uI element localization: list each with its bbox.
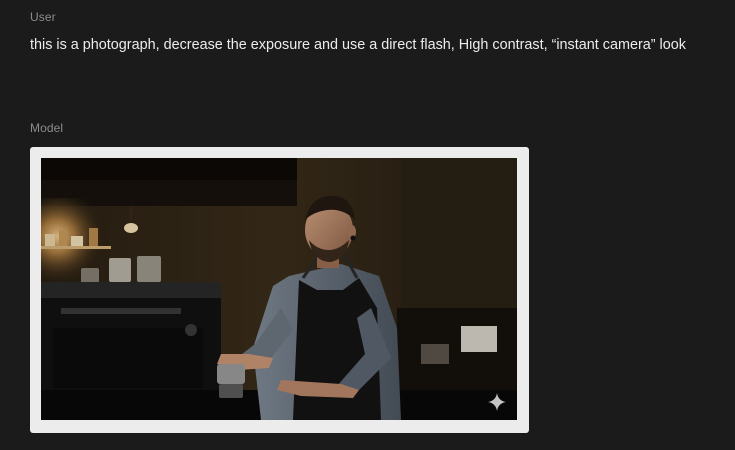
barista-photo-illustration — [41, 158, 517, 420]
user-prompt-text: this is a photograph, decrease the expos… — [30, 37, 686, 53]
user-role-label: User — [30, 10, 56, 24]
sparkle-icon — [488, 393, 506, 411]
chat-thread: User this is a photograph, decrease the … — [0, 0, 735, 450]
generated-image-card[interactable] — [30, 147, 529, 433]
model-role-label: Model — [30, 121, 64, 135]
generated-image[interactable] — [41, 158, 517, 420]
